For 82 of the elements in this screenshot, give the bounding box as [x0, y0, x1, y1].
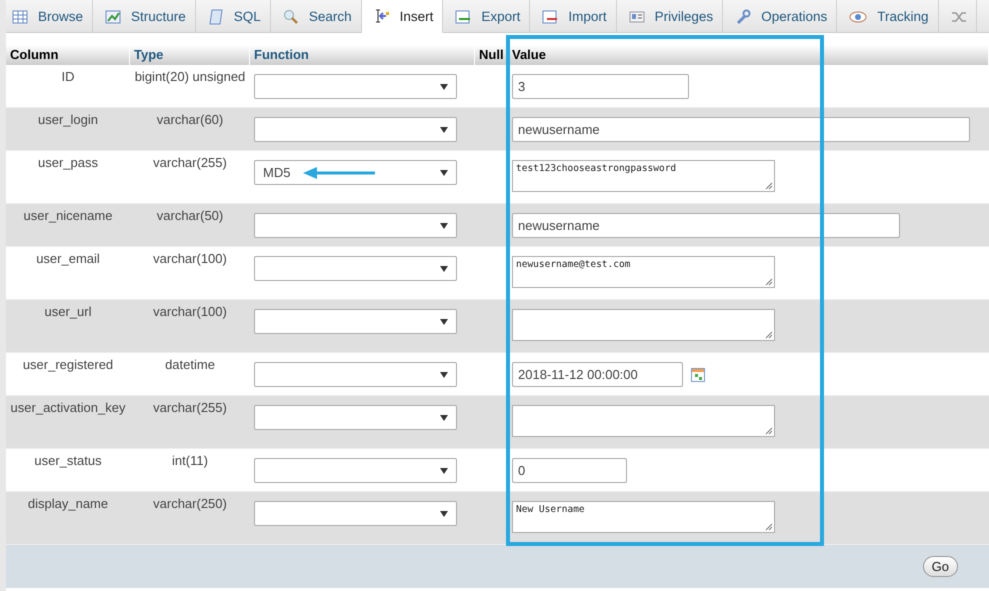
column-name: display_name [28, 496, 108, 511]
value-textarea[interactable] [512, 309, 775, 341]
caret-icon [440, 372, 448, 378]
nav-tab[interactable]: SQL [196, 0, 271, 33]
column-name: user_activation_key [10, 400, 126, 415]
value-textarea[interactable]: New Username [512, 501, 775, 533]
search-icon [282, 8, 299, 24]
column-type: bigint(20) unsigned [134, 69, 246, 84]
resize-grip-icon[interactable] [765, 427, 773, 435]
nav-tab[interactable]: Structure [93, 0, 196, 33]
function-select[interactable] [254, 74, 457, 99]
value-textarea[interactable]: test123chooseastrongpassword [512, 160, 775, 192]
value-input[interactable]: newusername [512, 117, 970, 142]
go-button[interactable]: Go [922, 556, 958, 577]
function-select[interactable] [254, 362, 457, 387]
insert-row-icon [374, 8, 390, 24]
column-name: user_registered [22, 357, 114, 372]
wrench-icon [735, 8, 752, 24]
nav-tab[interactable]: Browse [6, 0, 94, 33]
function-select[interactable] [254, 256, 457, 281]
column-type: varchar(250) [153, 496, 227, 511]
value-input[interactable]: newusername [512, 213, 900, 238]
column-name: user_url [44, 304, 92, 319]
nav-tab[interactable]: Export [443, 0, 530, 33]
nav-tab[interactable]: Tracking [837, 0, 938, 33]
column-header: Type [130, 45, 250, 65]
column-type: varchar(60) [156, 112, 224, 127]
function-select[interactable]: MD5 [254, 160, 457, 185]
resize-grip-icon[interactable] [765, 278, 773, 286]
shuffle-icon [950, 10, 966, 24]
column-header: Null [475, 45, 508, 65]
column-header: Value [508, 45, 989, 65]
function-select[interactable] [254, 117, 457, 142]
value-textarea[interactable] [512, 405, 775, 437]
column-header: Column [6, 45, 130, 65]
column-name: user_email [36, 251, 100, 266]
column-type: varchar(255) [153, 155, 227, 170]
value-input[interactable]: 0 [512, 458, 627, 483]
value-textarea[interactable]: newusername@test.com [512, 256, 775, 288]
function-select[interactable] [254, 501, 457, 526]
caret-icon [440, 126, 448, 132]
column-header: Function [250, 45, 475, 65]
column-name: user_pass [38, 155, 98, 170]
id-card-icon [628, 10, 645, 22]
function-select[interactable] [254, 405, 457, 430]
resize-grip-icon[interactable] [765, 331, 773, 339]
caret-icon [440, 318, 448, 324]
caret-icon [440, 222, 448, 228]
column-name: user_login [38, 112, 98, 127]
chart-icon [105, 10, 122, 24]
column-type: varchar(100) [153, 251, 227, 266]
column-type: datetime [165, 357, 215, 372]
scroll-icon [208, 8, 224, 24]
function-select[interactable] [254, 309, 457, 334]
export-icon [455, 10, 472, 24]
resize-grip-icon[interactable] [765, 182, 773, 190]
nav-tab[interactable]: Operations [723, 0, 838, 33]
column-type: int(11) [172, 453, 208, 468]
nav-tab[interactable]: Privileges [616, 0, 724, 33]
nav-tab[interactable]: Import [530, 0, 617, 33]
function-select[interactable] [254, 458, 457, 483]
caret-icon [440, 414, 448, 420]
column-name: ID [62, 69, 74, 84]
value-input[interactable]: 3 [512, 74, 689, 99]
function-select[interactable] [254, 213, 457, 238]
eye-icon [849, 10, 868, 22]
caret-icon [440, 266, 448, 272]
caret-icon [440, 84, 448, 90]
date-input[interactable]: 2018-11-12 00:00:00 [512, 362, 683, 387]
caret-icon [440, 170, 448, 176]
column-name: user_status [34, 453, 102, 468]
table-icon [12, 10, 28, 24]
caret-icon [440, 468, 448, 474]
resize-grip-icon[interactable] [765, 523, 773, 531]
nav-tab[interactable]: Insert [362, 0, 444, 33]
column-type: varchar(100) [153, 304, 227, 319]
column-type: varchar(255) [153, 400, 227, 415]
column-type: varchar(50) [156, 208, 224, 223]
calendar-icon[interactable] [691, 368, 705, 382]
caret-icon [440, 510, 448, 516]
column-name: user_nicename [24, 208, 112, 223]
import-icon [542, 10, 558, 24]
